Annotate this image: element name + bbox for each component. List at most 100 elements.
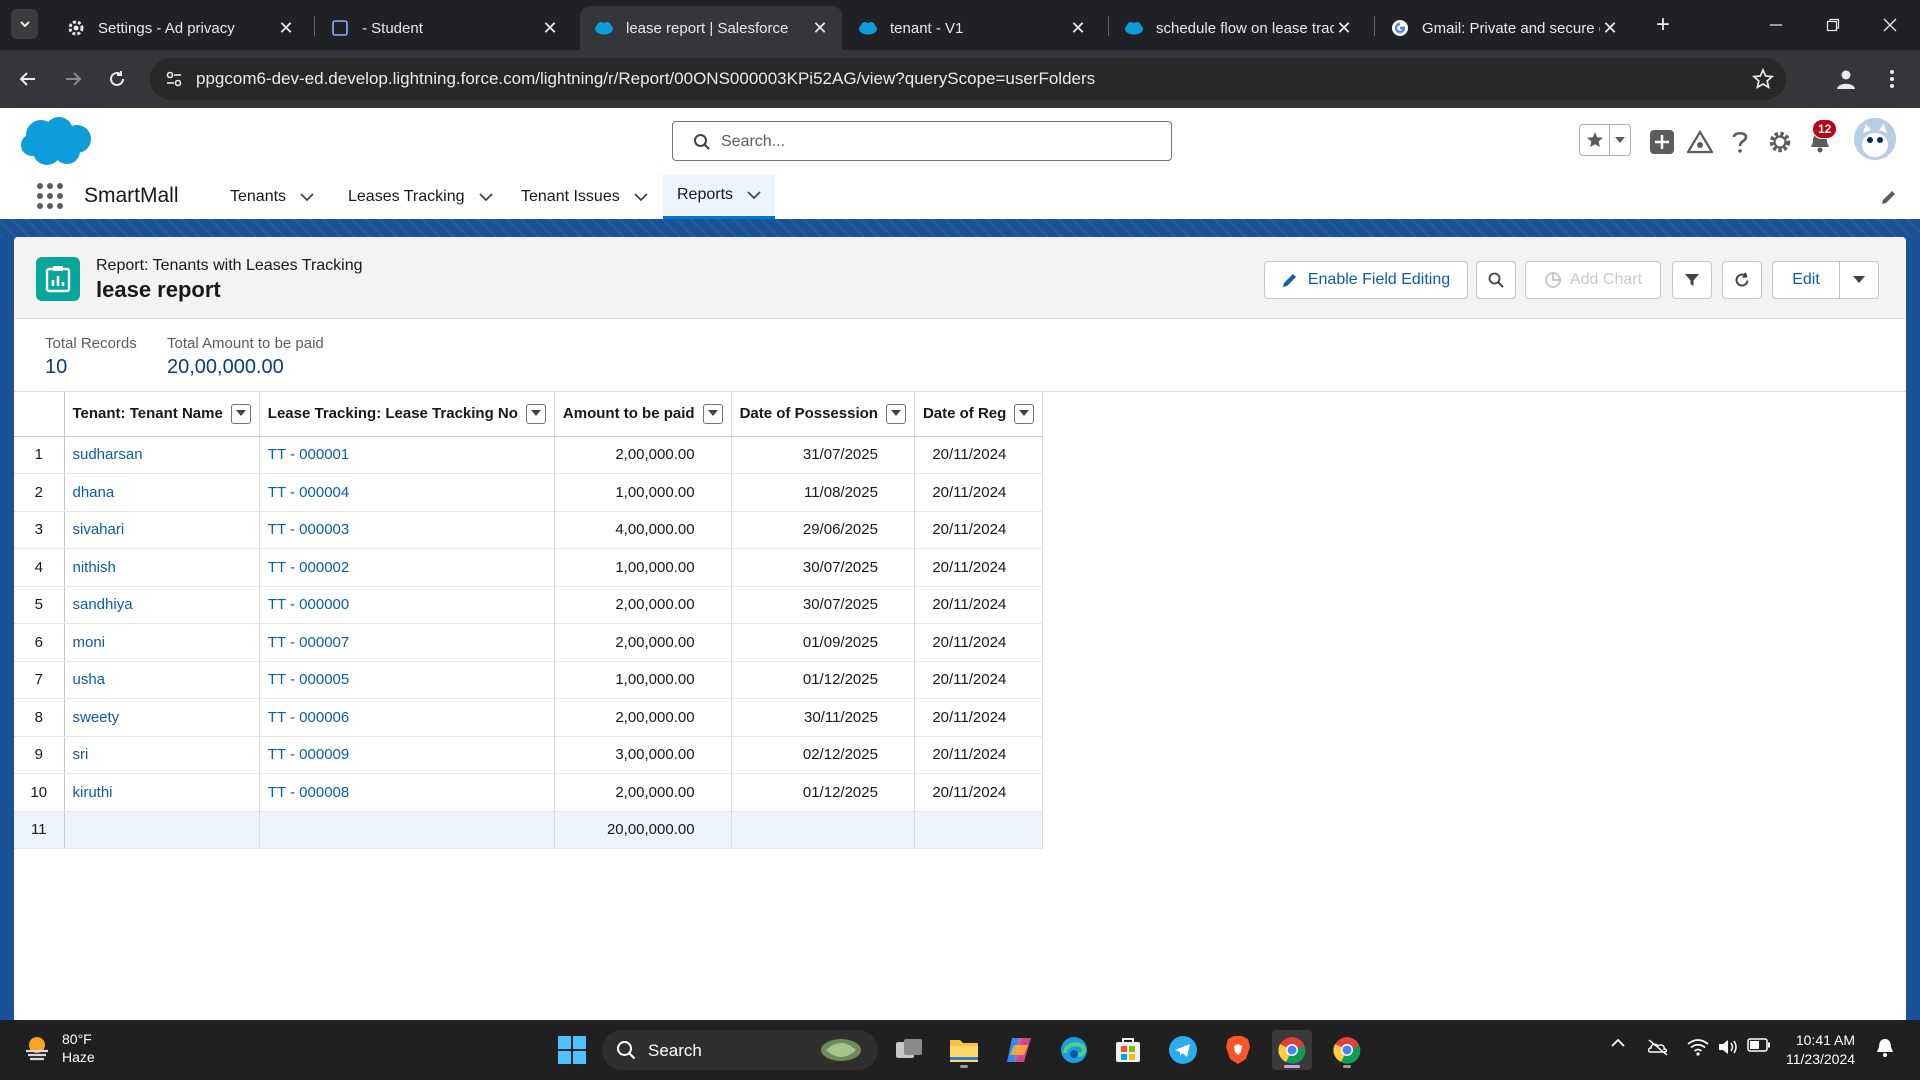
edge-browser-icon[interactable] <box>1054 1030 1094 1070</box>
chevron-down-icon[interactable] <box>478 192 493 202</box>
browser-tab-lease-report[interactable]: lease report | Salesforce ✕ <box>580 6 842 50</box>
lease-tracking-no-link[interactable]: TT - 000000 <box>259 586 555 624</box>
tenant-name-link[interactable]: dhana <box>64 473 260 512</box>
tenant-name-link[interactable]: sivahari <box>64 511 260 549</box>
global-search-input[interactable]: Search... <box>672 121 1172 161</box>
nav-item-tenants[interactable]: Tenants <box>230 174 314 219</box>
tenant-name-link[interactable]: moni <box>64 623 260 662</box>
column-header-tenant-name[interactable]: Tenant: Tenant Name <box>64 392 260 437</box>
volume-icon[interactable] <box>1716 1038 1740 1056</box>
microsoft-store-icon[interactable] <box>1108 1030 1148 1070</box>
tenant-name-link[interactable]: usha <box>64 661 260 699</box>
favorites-button-group[interactable] <box>1579 124 1631 156</box>
lease-tracking-no-link[interactable]: TT - 000004 <box>259 473 555 512</box>
browser-tab-schedule-flow[interactable]: schedule flow on lease trac ✕ <box>1110 6 1366 50</box>
refresh-button[interactable] <box>1722 261 1762 299</box>
windows-start-icon[interactable] <box>552 1030 592 1070</box>
browser-tab-gmail[interactable]: Gmail: Private and secure e ✕ <box>1376 6 1632 50</box>
taskbar-clock[interactable]: 10:41 AM 11/23/2024 <box>1786 1031 1855 1069</box>
lease-tracking-no-link[interactable]: TT - 000008 <box>259 773 555 812</box>
chevron-down-icon[interactable] <box>634 192 648 202</box>
browser-tab-student[interactable]: - Student ✕ <box>316 6 572 50</box>
reload-icon[interactable] <box>102 64 132 94</box>
chevron-down-icon[interactable] <box>1610 125 1630 155</box>
brave-browser-icon[interactable] <box>1218 1030 1258 1070</box>
chevron-down-icon[interactable] <box>747 190 761 200</box>
forward-arrow-icon[interactable] <box>58 64 88 94</box>
back-arrow-icon[interactable] <box>13 64 43 94</box>
file-explorer-icon[interactable] <box>944 1030 984 1070</box>
lease-tracking-no-link[interactable]: TT - 000003 <box>259 511 555 549</box>
tenant-name-link[interactable]: sandhiya <box>64 586 260 624</box>
column-header-amount[interactable]: Amount to be paid <box>554 392 732 437</box>
tab-search-button[interactable] <box>11 9 38 39</box>
telegram-icon[interactable] <box>1163 1030 1203 1070</box>
close-icon[interactable]: ✕ <box>276 18 296 38</box>
app-launcher-waffle-icon[interactable] <box>36 182 64 210</box>
restore-icon[interactable] <box>1813 10 1853 40</box>
onedrive-offline-icon[interactable] <box>1646 1038 1670 1056</box>
column-menu-chevron-icon[interactable] <box>702 403 723 424</box>
copilot-icon[interactable] <box>999 1030 1039 1070</box>
tenant-name-link[interactable]: nithish <box>64 548 260 587</box>
lease-tracking-no-link[interactable]: TT - 000002 <box>259 548 555 587</box>
nav-item-reports[interactable]: Reports <box>663 174 776 219</box>
close-icon[interactable]: ✕ <box>810 18 830 38</box>
lease-tracking-no-link[interactable]: TT - 000001 <box>259 436 555 474</box>
battery-icon[interactable] <box>1746 1038 1772 1052</box>
setup-gear-icon[interactable] <box>1763 125 1797 159</box>
close-icon[interactable]: ✕ <box>1334 18 1354 38</box>
column-header-date-of-reg[interactable]: Date of Reg <box>914 392 1044 437</box>
address-bar[interactable]: ppgcom6-dev-ed.develop.lightning.force.c… <box>150 58 1786 100</box>
tenant-name-link[interactable]: sri <box>64 736 260 774</box>
notification-center-bell-icon[interactable] <box>1873 1038 1897 1058</box>
lease-tracking-no-link[interactable]: TT - 000006 <box>259 698 555 737</box>
global-actions-plus-icon[interactable] <box>1645 125 1679 159</box>
tenant-name-link[interactable]: sudharsan <box>64 436 260 474</box>
column-menu-chevron-icon[interactable] <box>885 403 906 424</box>
close-icon[interactable]: ✕ <box>1068 18 1088 38</box>
chrome-icon[interactable] <box>1327 1030 1367 1070</box>
favorite-star-icon[interactable] <box>1580 125 1610 155</box>
chevron-down-icon[interactable] <box>300 192 314 202</box>
close-icon[interactable]: ✕ <box>540 18 560 38</box>
trailhead-guidance-icon[interactable] <box>1683 125 1717 159</box>
edit-nav-pencil-icon[interactable] <box>1880 188 1898 206</box>
edit-report-button[interactable]: Edit <box>1772 261 1840 299</box>
profile-icon[interactable] <box>1831 64 1861 94</box>
column-menu-chevron-icon[interactable] <box>230 403 251 424</box>
salesforce-logo[interactable] <box>19 115 93 167</box>
help-question-icon[interactable] <box>1723 125 1757 159</box>
lease-tracking-no-link[interactable]: TT - 000005 <box>259 661 555 699</box>
column-menu-chevron-icon[interactable] <box>525 403 546 424</box>
column-header-lease-tracking-no[interactable]: Lease Tracking: Lease Tracking No <box>259 392 555 437</box>
task-view-icon[interactable] <box>889 1030 929 1070</box>
nav-item-leases-tracking[interactable]: Leases Tracking <box>348 174 493 219</box>
show-hidden-icons-chevron-icon[interactable] <box>1608 1038 1628 1048</box>
wifi-icon[interactable] <box>1686 1038 1710 1056</box>
search-report-button[interactable] <box>1476 261 1516 299</box>
site-info-icon[interactable] <box>164 69 184 89</box>
new-tab-plus-icon[interactable]: + <box>1650 11 1676 38</box>
nav-item-tenant-issues[interactable]: Tenant Issues <box>521 174 648 219</box>
close-icon[interactable]: ✕ <box>1600 18 1620 38</box>
column-header-date-of-possession[interactable]: Date of Possession <box>731 392 915 437</box>
enable-field-editing-button[interactable]: Enable Field Editing <box>1264 261 1468 299</box>
user-avatar[interactable] <box>1854 118 1896 160</box>
add-chart-button[interactable]: Add Chart <box>1525 261 1661 299</box>
lease-tracking-no-link[interactable]: TT - 000009 <box>259 736 555 774</box>
minimize-icon[interactable] <box>1756 10 1796 40</box>
taskbar-search-box[interactable]: Search <box>602 1030 878 1070</box>
column-menu-chevron-icon[interactable] <box>1014 403 1035 424</box>
filter-button[interactable] <box>1672 261 1712 299</box>
tenant-name-link[interactable]: sweety <box>64 698 260 737</box>
more-actions-button[interactable] <box>1839 261 1879 299</box>
weather-widget[interactable]: 80°F Haze <box>22 1030 95 1066</box>
bookmark-star-icon[interactable] <box>1752 68 1774 90</box>
browser-tab-settings[interactable]: Settings - Ad privacy ✕ <box>52 6 308 50</box>
browser-menu-icon[interactable] <box>1880 64 1904 94</box>
tenant-name-link[interactable]: kiruthi <box>64 773 260 812</box>
browser-tab-tenant[interactable]: tenant - V1 ✕ <box>844 6 1100 50</box>
chrome-active-icon[interactable] <box>1272 1030 1312 1070</box>
window-close-icon[interactable] <box>1870 10 1910 40</box>
